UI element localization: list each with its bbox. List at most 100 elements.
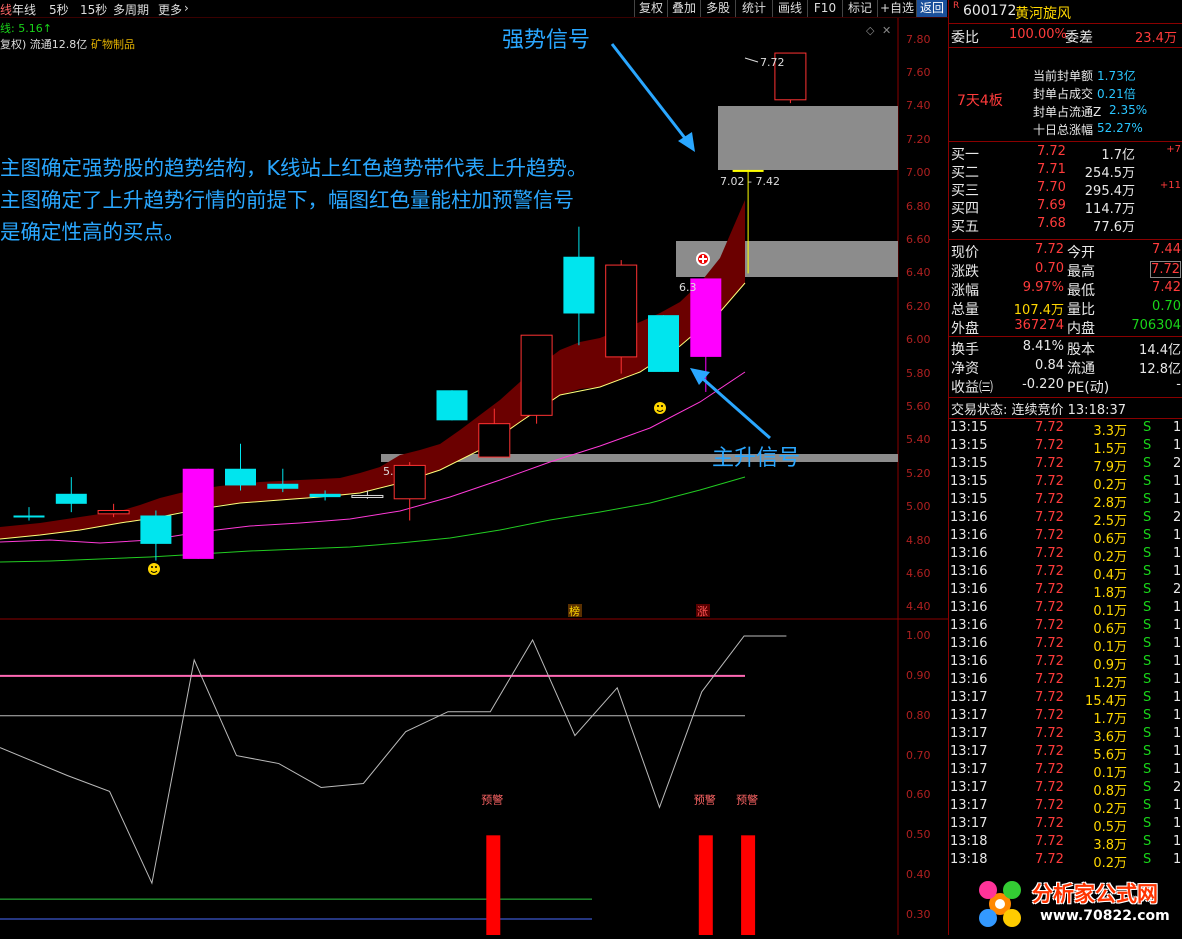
trade-row[interactable]: 13:17 7.72 0.5万 S 1	[949, 816, 1182, 835]
add-watchlist-button[interactable]: +自选	[877, 0, 916, 17]
trade-row[interactable]: 13:17 7.72 0.2万 S 1	[949, 798, 1182, 817]
annotation-line-3: 是确定性高的买点。	[0, 220, 185, 244]
trade-row[interactable]: 13:18 7.72 3.8万 S 1	[949, 834, 1182, 853]
trade-row[interactable]: 13:17 7.72 1.7万 S 1	[949, 708, 1182, 727]
statistics-button[interactable]: 统计	[735, 0, 772, 17]
tab-yearline[interactable]: 年线	[12, 1, 36, 18]
candle-body	[605, 264, 638, 358]
trade-volume: 1.5万	[1093, 442, 1127, 457]
trade-count: 1	[1173, 564, 1182, 579]
bid-row[interactable]: 买四 7.69 114.7万	[949, 198, 1182, 217]
trade-row[interactable]: 13:17 7.72 15.4万 S 1	[949, 690, 1182, 709]
trade-price: 7.72	[1035, 816, 1064, 831]
y-tick-label: 6.60	[906, 233, 931, 247]
trade-time: 13:18	[950, 852, 988, 867]
stock-name: 黄河旋风	[1015, 6, 1071, 22]
trade-side: S	[1143, 546, 1152, 561]
bid-row[interactable]: 买一 7.72 1.7亿 +7	[949, 144, 1182, 163]
quote-value: 107.4万	[1013, 303, 1064, 318]
multi-stock-button[interactable]: 多股	[700, 0, 735, 17]
quote-value: 0.70	[1152, 299, 1181, 314]
f10-button[interactable]: F10	[807, 0, 842, 17]
trade-price: 7.72	[1035, 438, 1064, 453]
trade-price: 7.72	[1035, 636, 1064, 651]
candle-body	[267, 483, 299, 489]
trade-time: 13:15	[950, 420, 988, 435]
trade-row[interactable]: 13:16 7.72 1.2万 S 1	[949, 672, 1182, 691]
fuquan-button[interactable]: 复权	[634, 0, 667, 17]
y-tick-label: 0.40	[906, 868, 931, 882]
trade-row[interactable]: 13:17 7.72 0.8万 S 2	[949, 780, 1182, 799]
trade-time: 13:16	[950, 618, 988, 633]
trade-side: S	[1143, 528, 1152, 543]
candle-body	[97, 509, 130, 515]
alert-label: 预警	[481, 792, 503, 806]
trade-row[interactable]: 13:15 7.72 1.5万 S 1	[949, 438, 1182, 457]
trade-row[interactable]: 13:17 7.72 5.6万 S 1	[949, 744, 1182, 763]
trade-side: S	[1143, 474, 1152, 489]
trade-side: S	[1143, 654, 1152, 669]
trade-row[interactable]: 13:16 7.72 0.4万 S 1	[949, 564, 1182, 583]
trade-price: 7.72	[1035, 798, 1064, 813]
mark-button[interactable]: 标记	[842, 0, 877, 17]
trade-time: 13:17	[950, 762, 988, 777]
trade-price: 7.72	[1035, 834, 1064, 849]
trade-row[interactable]: 13:15 7.72 7.9万 S 2	[949, 456, 1182, 475]
stat-value: 12.8亿	[1139, 362, 1181, 377]
trade-side: S	[1143, 438, 1152, 453]
weicha-value: 23.4万	[1135, 31, 1177, 46]
trade-side: S	[1143, 834, 1152, 849]
trade-row[interactable]: 13:16 7.72 0.1万 S 1	[949, 636, 1182, 655]
y-tick-label: 7.40	[906, 99, 931, 113]
trade-row[interactable]: 13:15 7.72 0.2万 S 1	[949, 474, 1182, 493]
trade-volume: 0.9万	[1093, 658, 1127, 673]
bid-price: 7.72	[1037, 144, 1066, 159]
back-button[interactable]: 返回	[916, 0, 947, 17]
trade-side: S	[1143, 510, 1152, 525]
y-tick-label: 4.80	[906, 533, 931, 547]
candle-body	[309, 493, 341, 498]
overlay-button[interactable]: 叠加	[667, 0, 700, 17]
bid-volume: 77.6万	[1093, 220, 1135, 235]
draw-line-button[interactable]: 画线	[772, 0, 807, 17]
trade-row[interactable]: 13:16 7.72 2.5万 S 2	[949, 510, 1182, 529]
trade-count: 1	[1173, 492, 1182, 507]
trend-band	[0, 200, 745, 539]
bid-row[interactable]: 买二 7.71 254.5万	[949, 162, 1182, 181]
y-tick-label: 4.60	[906, 566, 931, 580]
candle-body	[520, 334, 553, 416]
trade-row[interactable]: 13:16 7.72 0.1万 S 1	[949, 600, 1182, 619]
bid-change: +11	[1159, 180, 1181, 191]
bid-price: 7.69	[1037, 198, 1066, 213]
trade-row[interactable]: 13:16 7.72 0.2万 S 1	[949, 546, 1182, 565]
y-tick-label: 0.90	[906, 668, 931, 682]
tab-5sec[interactable]: 5秒	[49, 1, 69, 18]
tab-more[interactable]: 更多	[158, 1, 182, 18]
tab-15sec[interactable]: 15秒	[80, 1, 107, 18]
y-tick-label: 5.60	[906, 399, 931, 413]
alert-label: 预警	[736, 792, 758, 806]
trade-row[interactable]: 13:17 7.72 3.6万 S 1	[949, 726, 1182, 745]
watermark-logo: 分析家公式网 www.70822.com	[960, 868, 1182, 935]
tab-multi-period[interactable]: 多周期	[113, 1, 149, 18]
trade-row[interactable]: 13:16 7.72 0.6万 S 1	[949, 528, 1182, 547]
trade-row[interactable]: 13:16 7.72 0.9万 S 1	[949, 654, 1182, 673]
trade-count: 1	[1173, 852, 1182, 867]
candle-body	[351, 494, 384, 498]
trade-row[interactable]: 13:17 7.72 0.1万 S 1	[949, 762, 1182, 781]
trade-time: 13:17	[950, 726, 988, 741]
tab-line[interactable]: 线	[0, 1, 12, 18]
chevron-right-icon[interactable]: ›	[184, 1, 189, 15]
trade-time: 13:16	[950, 564, 988, 579]
trade-price: 7.72	[1035, 600, 1064, 615]
trade-row[interactable]: 13:15 7.72 2.8万 S 1	[949, 492, 1182, 511]
high-pointer	[744, 57, 759, 63]
trade-row[interactable]: 13:15 7.72 3.3万 S 1	[949, 420, 1182, 439]
trade-row[interactable]: 13:16 7.72 0.6万 S 1	[949, 618, 1182, 637]
trade-side: S	[1143, 420, 1152, 435]
seal-label: 封单占成交	[1033, 87, 1094, 101]
trade-row[interactable]: 13:16 7.72 1.8万 S 2	[949, 582, 1182, 601]
bid-row[interactable]: 买三 7.70 295.4万 +11	[949, 180, 1182, 199]
bid-row[interactable]: 买五 7.68 77.6万	[949, 216, 1182, 235]
trade-time: 13:16	[950, 636, 988, 651]
